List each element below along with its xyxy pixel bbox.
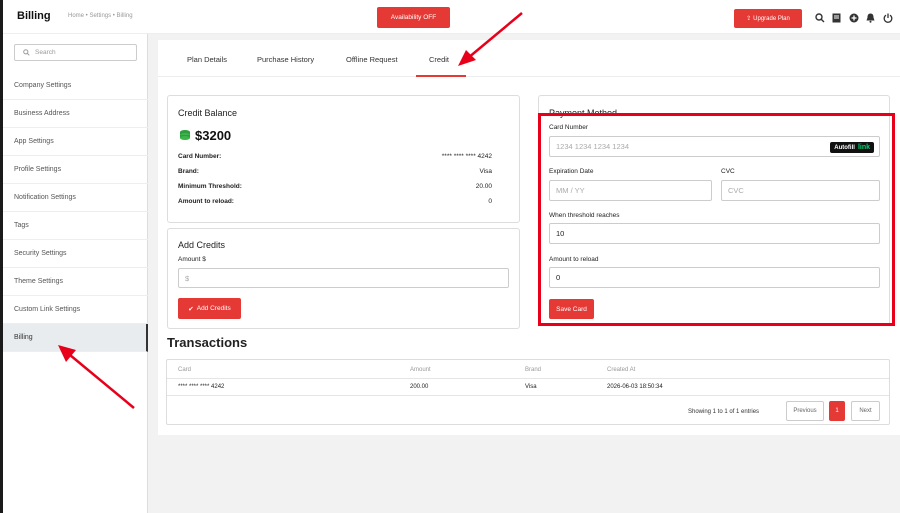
sidebar-item-billing[interactable]: Billing [3,324,148,352]
tab-credit[interactable]: Credit [429,55,449,64]
amount-label: Amount $ [178,256,206,263]
column-header-amount: Amount [410,367,431,373]
add-circle-icon[interactable] [845,9,862,26]
sidebar-item-company-settings[interactable]: Company Settings [3,72,148,100]
add-credits-title: Add Credits [178,240,226,250]
tab-plan-details[interactable]: Plan Details [187,55,227,64]
tab-bar: Plan Details Purchase History Offline Re… [158,40,900,77]
add-credits-card: Add Credits Amount $ $ ✔ Add Credits [167,228,520,329]
sidebar-item-custom-link-settings[interactable]: Custom Link Settings [3,296,148,324]
brand-value: Visa [479,168,492,175]
pagination-summary: Showing 1 to 1 of 1 entries [688,409,760,415]
sidebar-item-business-address[interactable]: Business Address [3,100,148,128]
top-bar: Billing Home • Settings • Billing Availa… [3,0,900,34]
row-amount: 200.00 [410,384,429,390]
card-number-value: **** **** **** 4242 [441,153,492,160]
add-credits-button-label: Add Credits [196,305,231,312]
breadcrumb: Home • Settings • Billing [68,13,133,19]
upgrade-plan-button[interactable]: ⇪ Upgrade Plan [734,9,802,28]
row-created-at: 2026-06-03 18:50:34 [607,384,663,390]
minimum-threshold-value: 20.00 [475,183,492,190]
brand-label: Brand: [178,168,199,175]
power-icon[interactable] [879,9,896,26]
search-icon[interactable] [811,9,828,26]
upgrade-plan-label: Upgrade Plan [753,15,790,22]
annotation-highlight-box [538,113,895,326]
card-number-label: Card Number: [178,153,222,160]
check-icon: ✔ [188,305,194,313]
sidebar-item-notification-settings[interactable]: Notification Settings [3,184,148,212]
sidebar-search-placeholder: Search [35,49,56,56]
sidebar-item-profile-settings[interactable]: Profile Settings [3,156,148,184]
notes-icon[interactable] [828,9,845,26]
amount-input[interactable]: $ [178,268,509,288]
minimum-threshold-label: Minimum Threshold: [178,183,242,190]
previous-page-button[interactable]: Previous [786,401,824,421]
upgrade-icon: ⇪ [746,16,752,22]
sidebar-item-app-settings[interactable]: App Settings [3,128,148,156]
page-1-button[interactable]: 1 [829,401,845,421]
bell-icon[interactable] [862,9,879,26]
sidebar-search-input[interactable]: Search [14,44,137,61]
amount-to-reload-value: 0 [488,198,492,205]
tab-offline-request[interactable]: Offline Request [346,55,398,64]
page-title: Billing [17,10,51,22]
sidebar: Search Company Settings Business Address… [3,34,148,513]
row-brand: Visa [525,384,537,390]
sidebar-item-tags[interactable]: Tags [3,212,148,240]
header-icons [811,9,896,26]
add-credits-button[interactable]: ✔ Add Credits [178,298,241,319]
transactions-title: Transactions [167,335,248,350]
next-page-button[interactable]: Next [851,401,880,421]
column-header-brand: Brand [525,367,542,373]
credit-balance-amount: $3200 [195,128,232,143]
availability-button[interactable]: Availability OFF [377,7,450,28]
amount-to-reload-label: Amount to reload: [178,198,234,205]
money-icon [178,128,192,142]
sidebar-item-security-settings[interactable]: Security Settings [3,240,148,268]
credit-balance-title: Credit Balance [178,108,238,118]
tab-purchase-history[interactable]: Purchase History [257,55,314,64]
sidebar-item-theme-settings[interactable]: Theme Settings [3,268,148,296]
active-tab-indicator [416,75,466,77]
column-header-created-at: Created At [607,367,636,373]
column-header-card: Card [178,367,192,373]
transactions-table: Card Amount Brand Created At **** **** *… [166,359,890,425]
search-icon [23,49,30,56]
credit-balance-card: Credit Balance $3200 Card Number: **** *… [167,95,520,223]
table-divider [167,395,889,396]
table-divider [167,378,889,379]
row-card: **** **** **** 4242 [178,384,225,390]
